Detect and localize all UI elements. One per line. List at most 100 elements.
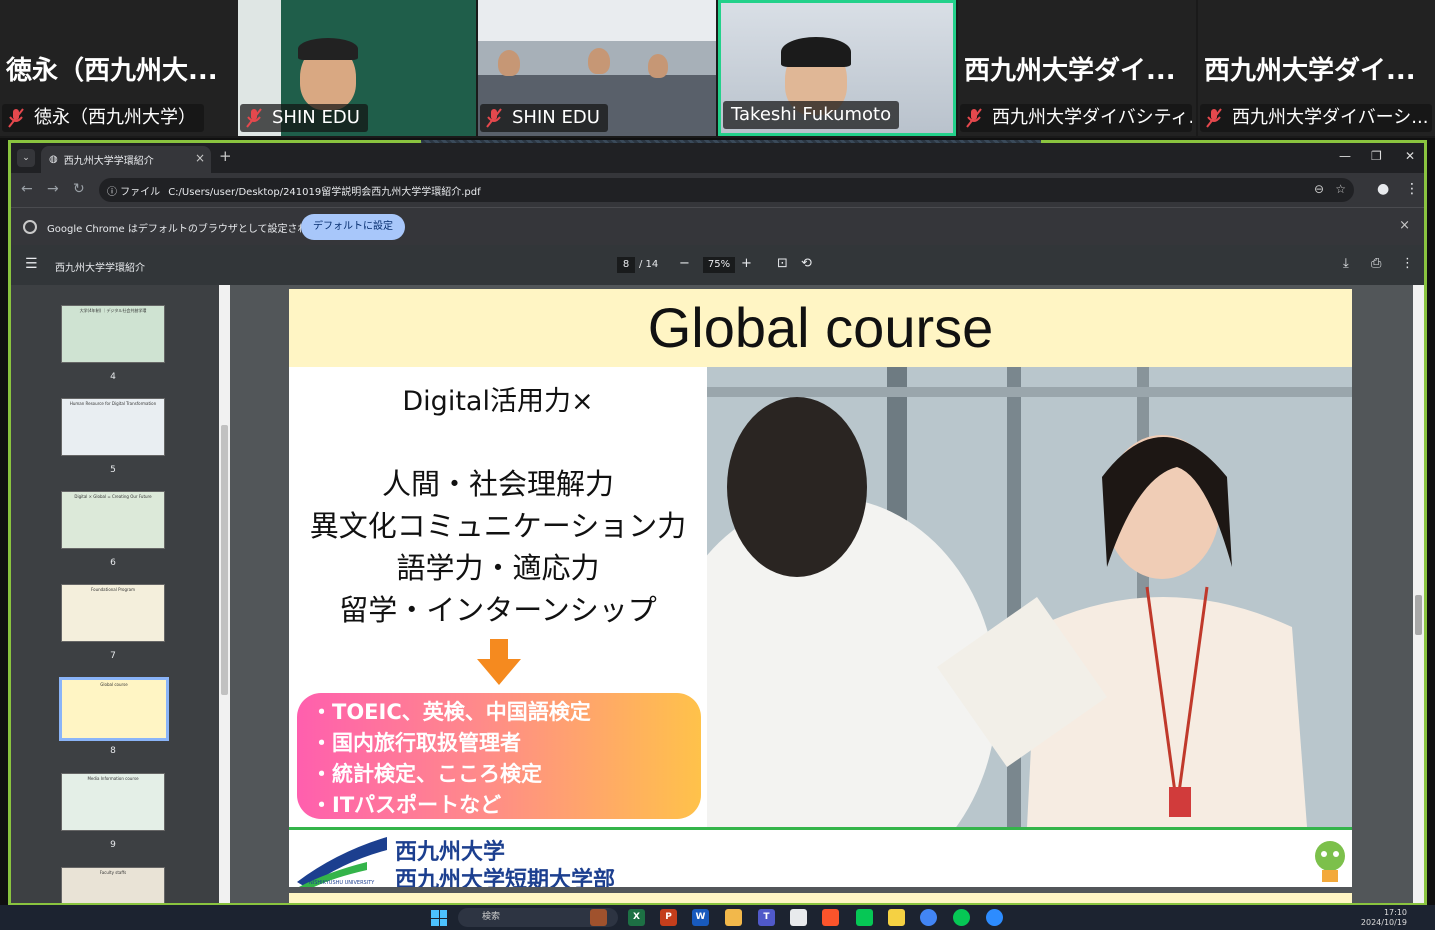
fit-page-icon[interactable]: ⊡ (777, 256, 788, 271)
tab-title: 西九州大学学環紹介 (63, 156, 154, 167)
mascot-icon (1315, 841, 1345, 882)
participant-tile-1[interactable]: 徳永（西九州大... 徳永（西九州大学） (0, 0, 238, 136)
print-icon[interactable]: ⎙ (1371, 256, 1381, 271)
participant-name-label: 西九州大学ダイバーシ... (1200, 104, 1432, 132)
pdf-page-9-edge (289, 893, 1352, 903)
file-explorer-icon[interactable] (725, 909, 742, 926)
thumbnail-page-5[interactable]: Human Resource for Digital Transformatio… (61, 398, 165, 456)
tab-search-button[interactable]: ⌄ (17, 149, 35, 167)
address-input[interactable]: ⓘ ファイル C:/Users/user/Desktop/241019留学説明会… (99, 178, 1354, 202)
line-icon[interactable] (856, 909, 873, 926)
widget-icon[interactable] (590, 909, 607, 926)
windows-taskbar: 検索 X P W T 17:10 2024/10/19 (0, 905, 1435, 930)
infobar-close-button[interactable]: × (1399, 218, 1410, 233)
zoom-level-input[interactable]: 75% (703, 257, 735, 273)
thumbnail-page-6[interactable]: Digital × Global = Creating Our Future (61, 491, 165, 549)
zoom-out-button[interactable]: − (679, 256, 690, 271)
zoom-in-button[interactable]: + (741, 256, 752, 271)
menu-kebab-icon[interactable]: ⋮ (1405, 181, 1419, 197)
thumbnail-title: Digital × Global = Creating Our Future (74, 494, 152, 499)
word-icon[interactable]: W (692, 909, 709, 926)
url-text: C:/Users/user/Desktop/241019留学説明会西九州大学学環… (168, 186, 481, 198)
thumbnail-page-10[interactable]: Faculty staffs (61, 867, 165, 903)
thumbnail-page-7[interactable]: Foundational Program (61, 584, 165, 642)
zoom-icon[interactable]: ⊖ (1314, 182, 1324, 196)
certification-badge: ・TOEIC、英検、中国語検定 ・国内旅行取扱管理者 ・統計検定、こころ検定 ・… (297, 693, 701, 819)
chrome-icon (23, 220, 37, 234)
muted-mic-icon (6, 107, 26, 129)
pdf-document-title: 西九州大学学環紹介 (55, 263, 145, 274)
thumbnail-title: Foundational Program (90, 587, 136, 592)
restore-button[interactable]: ❐ (1371, 149, 1382, 163)
snipping-tool-icon[interactable] (790, 909, 807, 926)
brave-icon[interactable] (822, 909, 839, 926)
back-icon[interactable]: ← (21, 181, 33, 197)
rotate-icon[interactable]: ⟲ (801, 256, 812, 271)
zoom-icon[interactable] (986, 909, 1003, 926)
sidebar-scroll-thumb[interactable] (221, 425, 228, 695)
pdf-toolbar: ☰ 西九州大学学環紹介 8 / 14 − 75% + ⊡ ⟲ ⤓ ⎙ ⋮ (11, 245, 1424, 285)
thumbnail-page-8[interactable]: Global course (59, 677, 169, 741)
page-number-input[interactable]: 8 (617, 257, 635, 273)
participant-tile-6[interactable]: 西九州大学ダイ... 西九州大学ダイバーシ... (1198, 0, 1435, 136)
main-scrollbar[interactable] (1413, 285, 1424, 903)
new-tab-button[interactable]: + (219, 147, 232, 165)
participant-label-text: SHIN EDU (512, 107, 600, 128)
participant-tile-2[interactable]: SHIN EDU (238, 0, 476, 136)
bookmark-star-icon[interactable]: ☆ (1335, 182, 1346, 196)
tab-close-button[interactable]: × (195, 151, 205, 165)
powerpoint-icon[interactable]: P (660, 909, 677, 926)
participant-tile-5[interactable]: 西九州大学ダイ... 西九州大学ダイバシティ... (958, 0, 1196, 136)
shared-browser-window: ⌄ ◍ 西九州大学学環紹介 × + — ❐ ✕ ← → ↻ ⓘ ファイル C:/… (8, 140, 1427, 905)
participant-label-text: Takeshi Fukumoto (731, 104, 892, 125)
participant-display-name: 西九州大学ダイ... (964, 56, 1176, 86)
thumbnail-page-9[interactable]: Media Information course (61, 773, 165, 831)
thumbnail-page-4[interactable]: 大学(4年制) ｜デジタル社会共創学環 (61, 305, 165, 363)
close-window-button[interactable]: ✕ (1405, 149, 1415, 163)
slide-line-human: 人間・社会理解力 (381, 467, 614, 501)
teams-icon[interactable]: T (758, 909, 775, 926)
cert-item: ・統計検定、こころ検定 (311, 762, 542, 786)
page-total: / 14 (639, 259, 659, 270)
set-default-button[interactable]: デフォルトに設定 (301, 214, 405, 240)
university-name-english: NISHIKYUSHU UNIVERSITY (309, 880, 375, 886)
reload-icon[interactable]: ↻ (73, 181, 85, 197)
participant-tile-3[interactable]: SHIN EDU (478, 0, 716, 136)
participant-display-name: 徳永（西九州大... (6, 56, 218, 86)
clock-time: 17:10 (1383, 908, 1407, 917)
participant-label-text: 徳永（西九州大学） (34, 107, 196, 128)
sticky-notes-icon[interactable] (888, 909, 905, 926)
address-bar-row: ← → ↻ ⓘ ファイル C:/Users/user/Desktop/24101… (11, 173, 1424, 207)
cert-item: ・国内旅行取扱管理者 (311, 731, 521, 755)
line-works-icon[interactable] (953, 909, 970, 926)
forward-icon[interactable]: → (47, 181, 59, 197)
sidebar-menu-icon[interactable]: ☰ (25, 256, 38, 272)
participant-name-label: SHIN EDU (240, 104, 368, 132)
windows-start-icon[interactable] (431, 910, 447, 926)
profile-icon[interactable]: ● (1377, 181, 1389, 197)
participant-name-label: 西九州大学ダイバシティ... (960, 104, 1192, 132)
excel-icon[interactable]: X (628, 909, 645, 926)
system-clock[interactable]: 17:10 2024/10/19 (1361, 908, 1407, 928)
minimize-button[interactable]: — (1339, 149, 1351, 163)
thumbnail-title: Human Resource for Digital Transformatio… (69, 401, 157, 406)
participant-name-label: Takeshi Fukumoto (723, 101, 900, 129)
slide-line-intercultural: 異文化コミュニケーション力 (309, 509, 687, 543)
slide-photo-office (707, 367, 1352, 827)
thumbnail-number: 8 (110, 746, 116, 756)
thumbnail-number: 4 (110, 372, 116, 382)
pdf-page-8: Global course Digital活用力× 人間・社会理解力 異文化コミ… (289, 289, 1352, 887)
chrome-taskbar-icon[interactable] (920, 909, 937, 926)
more-options-icon[interactable]: ⋮ (1401, 256, 1414, 271)
site-info-chip[interactable]: ⓘ ファイル (107, 183, 160, 198)
default-browser-infobar: Google Chrome はデフォルトのブラウザとして設定されていません デフ… (11, 207, 1424, 245)
download-icon[interactable]: ⤓ (1343, 256, 1349, 271)
main-scroll-thumb[interactable] (1415, 595, 1422, 635)
thumbnail-number: 6 (110, 558, 116, 568)
participant-tile-active[interactable]: Takeshi Fukumoto (718, 0, 956, 136)
tab-pdf[interactable]: ◍ 西九州大学学環紹介 × (41, 146, 211, 173)
person-face (498, 50, 520, 76)
sidebar-scrollbar[interactable] (219, 285, 230, 903)
slide-line-study-abroad: 留学・インターンシップ (339, 593, 657, 627)
thumbnail-title: Faculty staffs (99, 870, 127, 875)
